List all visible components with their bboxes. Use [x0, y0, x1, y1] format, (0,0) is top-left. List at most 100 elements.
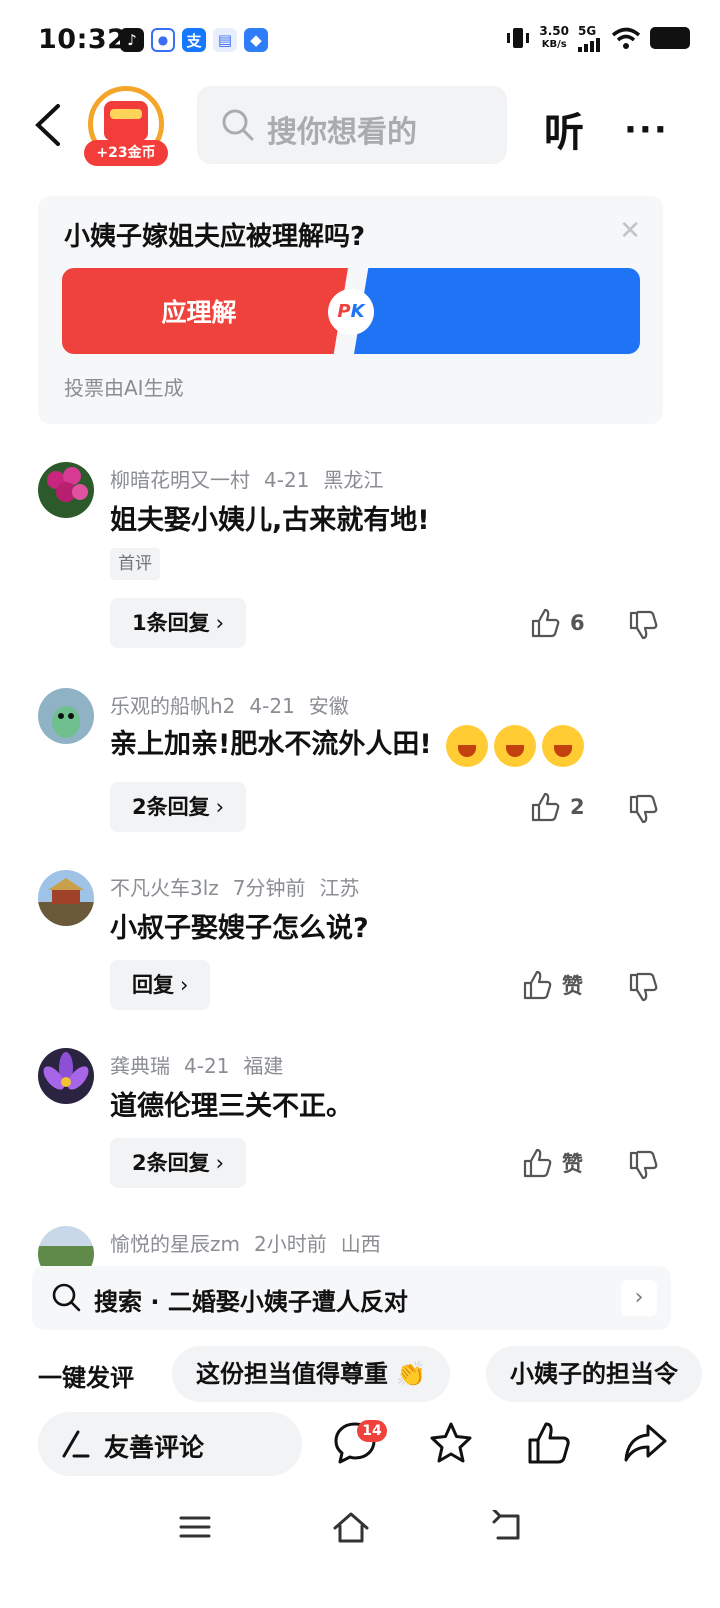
- search-input[interactable]: 搜你想看的: [197, 86, 507, 164]
- crying-laugh-emoji-icon: [445, 724, 488, 767]
- comment-meta: 不凡火车3lz 7分钟前 江苏: [110, 872, 374, 901]
- comment-meta: 乐观的船帆h2 4-21 安徽: [110, 690, 363, 719]
- vote-option-left-label: 应理解: [161, 298, 237, 327]
- thumbs-up-icon: [531, 792, 560, 822]
- network-type: 5G: [578, 24, 597, 38]
- comment-region: 黑龙江: [323, 468, 384, 492]
- chevron-right-icon: ›: [215, 795, 225, 819]
- like-count: 2: [570, 795, 585, 819]
- reply-button[interactable]: 1条回复 ›: [110, 598, 247, 648]
- pen-icon: [62, 1430, 90, 1458]
- emoji-group: [445, 724, 584, 767]
- like-label: 赞: [562, 974, 583, 998]
- comment-user[interactable]: 龚典瑞: [110, 1054, 170, 1078]
- like-count: 6: [570, 611, 585, 635]
- comment-text: 姐夫娶小姨儿,古来就有地!: [110, 505, 430, 536]
- back-icon[interactable]: [30, 102, 70, 148]
- comment-date: 2小时前: [253, 1232, 327, 1256]
- crying-laugh-emoji-icon: [541, 724, 584, 767]
- search-icon: [52, 1283, 81, 1312]
- chevron-right-icon: ›: [621, 1280, 657, 1316]
- thumbs-up-icon: [531, 608, 560, 638]
- comment-region: 安徽: [308, 694, 349, 718]
- comment-user[interactable]: 柳暗花明又一村: [110, 468, 250, 492]
- vote-question: 小姨子嫁姐夫应被理解吗?: [64, 222, 366, 252]
- reply-button[interactable]: 2条回复 ›: [110, 782, 247, 832]
- comment-input-label: 友善评论: [104, 1433, 205, 1462]
- comment-text: 亲上加亲!肥水不流外人田!: [110, 729, 432, 760]
- home-icon[interactable]: [332, 1510, 370, 1544]
- share-icon[interactable]: [622, 1420, 668, 1466]
- chevron-right-icon: ›: [180, 973, 189, 997]
- avatar[interactable]: [38, 688, 94, 744]
- quick-comment-chip[interactable]: 这份担当值得尊重 👏: [172, 1346, 451, 1402]
- signal-group: 5G: [578, 24, 602, 52]
- comment-meta: 愉悦的星辰zm 2小时前 山西: [110, 1228, 395, 1257]
- suggestion-text: 搜索 · 二婚娶小姨子遭人反对: [94, 1288, 408, 1316]
- menu-icon[interactable]: [178, 1510, 212, 1544]
- avatar[interactable]: [38, 1048, 94, 1104]
- comment-text-row: 亲上加亲!肥水不流外人田!: [110, 722, 584, 767]
- chevron-right-icon: ›: [215, 1151, 225, 1175]
- red-envelope-icon: [104, 101, 148, 141]
- comment-date: 4-21: [249, 694, 295, 718]
- clap-emoji-icon: 👏: [396, 1360, 427, 1388]
- like-button[interactable]: 6: [530, 608, 585, 638]
- comment-meta: 柳暗花明又一村 4-21 黑龙江: [110, 464, 397, 493]
- thumbs-up-icon[interactable]: [526, 1420, 572, 1466]
- like-button[interactable]: 赞: [522, 970, 583, 1000]
- status-right: 3.50 KB/s 5G: [506, 24, 690, 52]
- like-label: 赞: [562, 1152, 583, 1176]
- vote-option-right[interactable]: [354, 268, 640, 354]
- like-button[interactable]: 赞: [522, 1148, 583, 1178]
- first-comment-tag: 首评: [110, 548, 160, 580]
- net-speed-unit: KB/s: [541, 39, 567, 50]
- search-suggestion[interactable]: 搜索 · 二婚娶小姨子遭人反对 ›: [32, 1266, 671, 1330]
- comment-region: 福建: [243, 1054, 284, 1078]
- search-icon: [222, 109, 254, 141]
- comment-user[interactable]: 不凡火车3lz: [110, 876, 219, 900]
- comment-user[interactable]: 乐观的船帆h2: [110, 694, 235, 718]
- comment-meta: 龚典瑞 4-21 福建: [110, 1050, 297, 1079]
- star-icon[interactable]: [428, 1420, 474, 1466]
- thumbs-down-icon[interactable]: [628, 610, 658, 640]
- search-placeholder: 搜你想看的: [267, 115, 417, 150]
- alipay-icon: 支: [182, 28, 206, 52]
- pk-k: K: [350, 301, 365, 322]
- back-nav-icon[interactable]: [490, 1510, 524, 1544]
- comment-user[interactable]: 愉悦的星辰zm: [110, 1232, 240, 1256]
- pk-badge: PK: [328, 289, 374, 335]
- comment-text: 小叔子娶嫂子怎么说?: [110, 913, 369, 944]
- coin-reward-badge[interactable]: +23金币: [84, 86, 168, 166]
- listen-button[interactable]: 听: [544, 100, 584, 158]
- comment-region: 山西: [340, 1232, 381, 1256]
- comment-region: 江苏: [319, 876, 360, 900]
- close-icon[interactable]: ✕: [619, 216, 641, 246]
- quick-comment-label: 一键发评: [38, 1364, 134, 1392]
- avatar[interactable]: [38, 462, 94, 518]
- vote-note: 投票由AI生成: [64, 376, 184, 400]
- vote-option-left[interactable]: 应理解: [62, 268, 348, 354]
- reply-button[interactable]: 2条回复 ›: [110, 1138, 247, 1188]
- comment-date: 7分钟前: [232, 876, 306, 900]
- reply-button[interactable]: 回复 ›: [110, 960, 211, 1010]
- system-navigation: [0, 1496, 720, 1566]
- like-button[interactable]: 2: [530, 792, 585, 822]
- bottom-action-bar: 友善评论 14: [0, 1408, 720, 1480]
- chip-label: 小姨子的担当令: [510, 1360, 678, 1388]
- comment-date: 4-21: [184, 1054, 230, 1078]
- coin-label: +23金币: [84, 140, 168, 166]
- document-app-icon: ▤: [213, 28, 237, 52]
- more-options-button[interactable]: ···: [624, 110, 669, 150]
- avatar[interactable]: [38, 1226, 94, 1266]
- thumbs-down-icon[interactable]: [628, 972, 658, 1002]
- reply-label: 2条回复: [132, 795, 210, 819]
- avatar[interactable]: [38, 870, 94, 926]
- comment-input[interactable]: 友善评论: [38, 1412, 302, 1476]
- thumbs-down-icon[interactable]: [628, 1150, 658, 1180]
- chip-label: 这份担当值得尊重: [196, 1360, 388, 1388]
- reply-label: 2条回复: [132, 1151, 210, 1175]
- quick-comment-chip[interactable]: 小姨子的担当令: [486, 1346, 702, 1402]
- thumbs-down-icon[interactable]: [628, 794, 658, 824]
- comment-item: 愉悦的星辰zm 2小时前 山西: [0, 1226, 720, 1266]
